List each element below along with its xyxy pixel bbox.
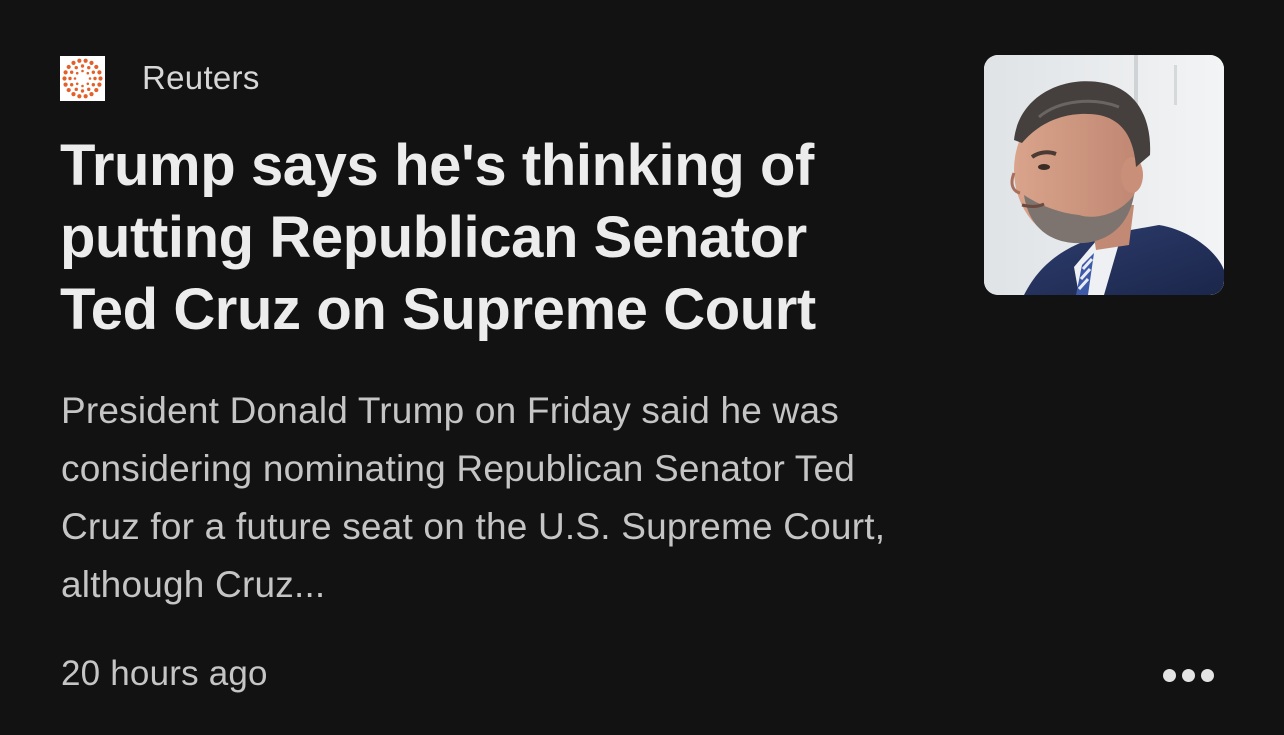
more-horizontal-icon xyxy=(1160,668,1217,682)
more-options-button[interactable] xyxy=(1148,650,1228,700)
article-thumbnail[interactable] xyxy=(984,55,1224,295)
news-article-card[interactable]: Reuters Trump says he's thinking of putt… xyxy=(0,0,1284,735)
portrait-photo xyxy=(984,55,1224,295)
article-snippet: President Donald Trump on Friday said he… xyxy=(61,390,886,605)
source-name: Reuters xyxy=(142,59,260,96)
headline[interactable]: Trump says he's thinking of putting Repu… xyxy=(60,130,900,346)
timestamp: 20 hours ago xyxy=(61,654,268,693)
source-row: Reuters xyxy=(60,55,260,101)
reuters-logo-icon xyxy=(60,55,105,101)
